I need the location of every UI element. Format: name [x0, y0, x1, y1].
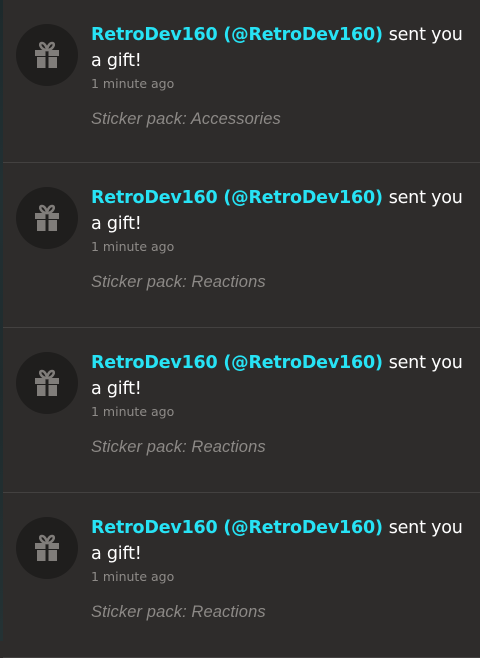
notification-message: RetroDev160 (@RetroDev160) sent you a gi…	[91, 515, 464, 567]
notification-avatar	[16, 187, 78, 249]
notification-detail: Sticker pack: Reactions	[91, 603, 266, 621]
notification-detail: Sticker pack: Reactions	[91, 438, 266, 456]
notification-list: RetroDev160 (@RetroDev160) sent you a gi…	[3, 0, 480, 658]
gift-icon	[35, 204, 59, 231]
gift-icon	[35, 41, 59, 68]
notification-item[interactable]: RetroDev160 (@RetroDev160) sent you a gi…	[3, 0, 480, 163]
notification-avatar	[16, 517, 78, 579]
notification-item[interactable]: RetroDev160 (@RetroDev160) sent you a gi…	[3, 328, 480, 493]
gift-icon	[35, 534, 59, 561]
notification-item[interactable]: RetroDev160 (@RetroDev160) sent you a gi…	[3, 493, 480, 658]
sender-link[interactable]: RetroDev160 (@RetroDev160)	[91, 353, 383, 373]
sender-link[interactable]: RetroDev160 (@RetroDev160)	[91, 188, 383, 208]
gift-icon	[35, 369, 59, 396]
notification-detail: Sticker pack: Accessories	[91, 110, 281, 128]
notification-time: 1 minute ago	[91, 569, 175, 584]
notification-time: 1 minute ago	[91, 76, 175, 91]
notification-time: 1 minute ago	[91, 239, 175, 254]
notification-avatar	[16, 352, 78, 414]
notification-message: RetroDev160 (@RetroDev160) sent you a gi…	[91, 350, 464, 402]
notification-item[interactable]: RetroDev160 (@RetroDev160) sent you a gi…	[3, 163, 480, 328]
sender-link[interactable]: RetroDev160 (@RetroDev160)	[91, 25, 383, 45]
sender-link[interactable]: RetroDev160 (@RetroDev160)	[91, 518, 383, 538]
notification-detail: Sticker pack: Reactions	[91, 273, 266, 291]
notification-avatar	[16, 24, 78, 86]
notification-message: RetroDev160 (@RetroDev160) sent you a gi…	[91, 185, 464, 237]
notification-time: 1 minute ago	[91, 404, 175, 419]
notification-message: RetroDev160 (@RetroDev160) sent you a gi…	[91, 22, 464, 74]
